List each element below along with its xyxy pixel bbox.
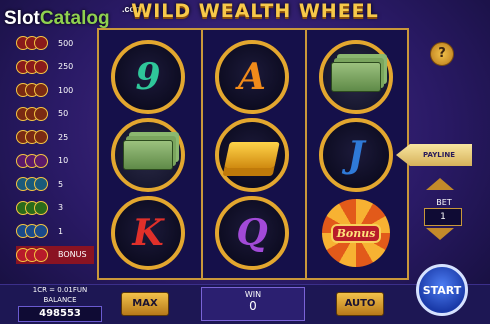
paytable-coin-icon [16,106,52,121]
reel-symbol-letter: Q [215,196,289,270]
watermark-text-b: Catalog [39,8,110,29]
paytable-value: 50 [58,109,69,118]
bonus-wheel-icon: Bonus [319,196,393,270]
paytable-row: 50 [16,105,94,123]
win-panel: WIN 0 [201,287,305,321]
paytable-row: 100 [16,81,94,99]
paytable-coin-icon [16,153,52,168]
bonus-label: Bonus [330,223,382,243]
paytable-value: 3 [58,203,64,212]
paytable-coin-icon [16,200,52,215]
paytable-value: BONUS [58,250,87,259]
gold-bars-icon [215,118,289,192]
paytable-coin-icon [16,177,52,191]
paytable-value: 500 [58,38,74,48]
paytable-coin-icon [16,224,52,238]
paytable-row: 250 [16,58,94,76]
help-button[interactable]: ? [430,42,454,66]
game-title: WILD WEALTH WHEEL [131,0,379,22]
payline-indicator: PAYLINE [396,144,472,166]
paytable-value: 1 [58,226,64,236]
balance-panel: 1CR = 0.01FUN BALANCE 498553 [18,286,102,322]
balance-label: BALANCE [43,296,77,304]
cash-stack-icon [319,40,393,114]
reels-area: 9 K A Q J Bonus [97,28,409,280]
paytable-coin-icon [16,83,52,97]
paytable-coin-icon [16,36,52,50]
paytable-coin-icon [16,247,52,262]
bet-increase-arrow-icon[interactable] [426,178,454,190]
reel-symbol-letter: A [215,40,289,114]
paytable-row: 1 [16,222,94,240]
paytable-value: 25 [58,132,69,142]
cash-stack-icon [111,118,185,192]
paytable-row: 10 [16,152,94,170]
paytable-row: 500 [16,34,94,52]
paytable-coin-icon [16,130,52,144]
paytable-row: 25 [16,128,94,146]
bet-value: 1 [424,208,462,226]
balance-value: 498553 [18,306,102,322]
paytable-row: 5 [16,175,94,193]
reel-separator [305,30,307,278]
reel-symbol-letter: 9 [111,40,185,114]
watermark-text-a: Slot [4,8,40,29]
paytable-value: 100 [58,85,74,95]
bet-decrease-arrow-icon[interactable] [426,228,454,240]
watermark-logo: SlotCatalog .com [4,4,143,30]
auto-play-button[interactable]: AUTO [336,292,384,316]
start-spin-button[interactable]: START [416,264,468,316]
paytable-value: 10 [58,156,69,165]
win-value: 0 [249,299,257,313]
reel-symbol-letter: J [319,118,393,192]
win-label: WIN [244,290,262,299]
credit-ratio: 1CR = 0.01FUN [32,286,88,294]
paytable-coin-icon [16,59,52,74]
reel-symbol-letter: K [111,196,185,270]
right-panel: ? PAYLINE BET 1 [396,28,476,280]
paytable-value: 250 [58,62,74,71]
max-bet-button[interactable]: MAX [121,292,169,316]
bet-label: BET [436,198,452,207]
paytable-value: 5 [58,179,64,189]
paytable-row: BONUS [16,245,94,264]
paytable: 500 250 100 50 25 10 5 3 1 BONUS [16,34,94,278]
reel-separator [201,30,203,278]
paytable-row: 3 [16,199,94,217]
